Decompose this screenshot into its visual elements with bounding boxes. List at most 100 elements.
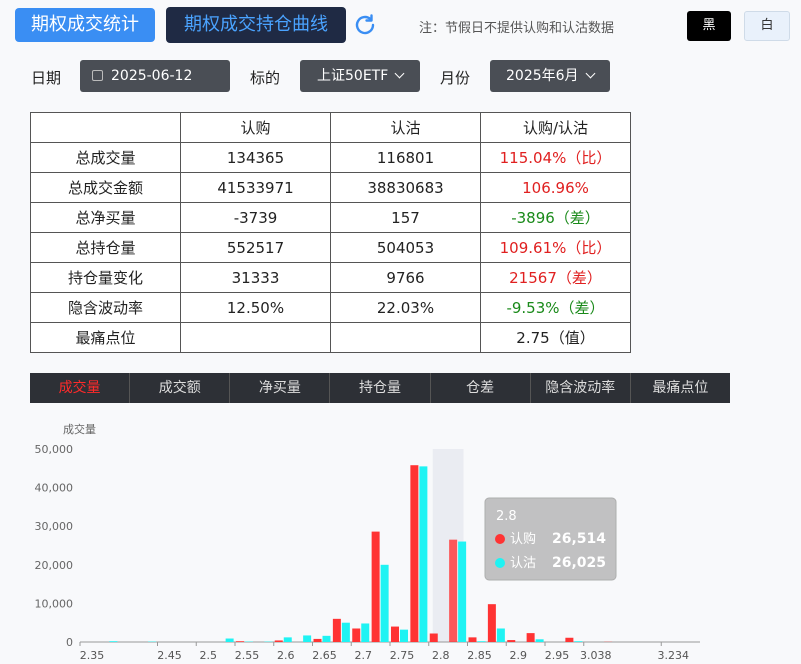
theme-black-button[interactable]: 黑: [687, 11, 731, 41]
calendar-icon: [92, 70, 103, 81]
table-header-cell: 认沽: [330, 112, 481, 143]
month-value: 2025年6月: [506, 68, 579, 84]
x-tick-label: 2.75: [390, 649, 415, 662]
metric-tab-turnover[interactable]: 成交额: [130, 373, 231, 403]
metric-tab-oi-change[interactable]: 仓差: [431, 373, 531, 403]
bar-put: [496, 628, 505, 642]
ratio-value: 115.04%（比）: [480, 142, 631, 173]
month-select[interactable]: 2025年6月: [490, 60, 610, 92]
bar-call-minor: [352, 628, 361, 642]
x-tick-label: 2.35: [80, 649, 105, 662]
tooltip-series-value: 26,025: [552, 555, 606, 571]
call-value: 12.50%: [180, 292, 331, 323]
row-name: 总成交金额: [30, 172, 181, 203]
row-name: 持仓量变化: [30, 262, 181, 293]
ratio-value: -9.53%（差）: [480, 292, 631, 323]
bar-call: [526, 633, 535, 642]
bar-put: [419, 466, 428, 642]
bar-call-minor: [468, 637, 477, 642]
chevron-down-icon: [585, 68, 595, 79]
tooltip-series-name: 认沽: [510, 556, 536, 571]
table-row: 持仓量变化 31333 9766 21567（差）: [30, 262, 631, 293]
metric-tabs: 成交量 成交额 净买量 持仓量 仓差 隐含波动率 最痛点位: [30, 373, 730, 403]
x-tick-label: 2.85: [467, 649, 492, 662]
bar-put: [380, 564, 389, 642]
bar-call-minor: [236, 641, 244, 642]
filter-bar: 日期 2025-06-12 标的 上证50ETF 月份 2025年6月: [0, 60, 801, 92]
bar-call-minor: [313, 638, 322, 642]
y-tick-label: 40,000: [35, 482, 74, 495]
ratio-value: 21567（差）: [480, 262, 631, 293]
date-label: 日期: [31, 69, 62, 87]
tab-option-curve[interactable]: 期权成交持仓曲线: [166, 7, 346, 43]
bar-put-minor: [283, 637, 292, 642]
call-value: 41533971: [180, 172, 331, 203]
target-select[interactable]: 上证50ETF: [300, 60, 420, 92]
metric-tab-open-interest[interactable]: 持仓量: [330, 373, 431, 403]
ratio-value: 109.61%（比）: [480, 232, 631, 263]
call-value: [180, 322, 331, 353]
bar-call: [332, 618, 341, 642]
target-label: 标的: [250, 69, 281, 87]
table-row: 最痛点位 2.75（值）: [30, 322, 631, 353]
x-tick-label: 2.95: [545, 649, 570, 662]
top-bar: 期权成交统计 期权成交持仓曲线 注：节假日不提供认购和认沽数据 黑 白: [0, 0, 801, 52]
theme-white-button[interactable]: 白: [744, 11, 790, 41]
bar-put-minor: [361, 623, 370, 642]
x-tick-label: 2.45: [157, 649, 182, 662]
refresh-icon[interactable]: [352, 12, 378, 38]
stats-table: 认购 认沽 认购/认沽 总成交量 134365 116801 115.04%（比…: [30, 112, 631, 353]
ratio-value: 106.96%: [480, 172, 631, 203]
table-row: 总持仓量 552517 504053 109.61%（比）: [30, 232, 631, 263]
x-tick-label: 2.6: [277, 649, 295, 662]
metric-tab-net-buy[interactable]: 净买量: [230, 373, 331, 403]
tooltip-marker: [495, 558, 505, 568]
bar-call: [410, 465, 419, 642]
y-axis-label: 成交量: [63, 422, 96, 436]
table-header-row: 认购 认沽 认购/认沽: [30, 112, 631, 143]
chevron-down-icon: [394, 68, 405, 79]
tab-option-stats[interactable]: 期权成交统计: [15, 8, 155, 42]
metric-tab-implied-vol[interactable]: 隐含波动率: [531, 373, 631, 403]
bar-put: [303, 635, 312, 642]
call-value: 31333: [180, 262, 331, 293]
volume-bar-chart[interactable]: 成交量 0 10,000 20,000 30,000 40,000 50,000 2.35 2.…: [0, 410, 801, 664]
metric-tab-max-pain[interactable]: 最痛点位: [631, 373, 730, 403]
x-tick-label: 2.8: [432, 649, 450, 662]
tooltip-series-value: 26,514: [552, 531, 606, 547]
bar-call: [371, 531, 380, 642]
bar-call-minor: [507, 640, 516, 642]
bar-put: [574, 641, 583, 642]
row-name: 总持仓量: [30, 232, 181, 263]
table-row: 总成交金额 41533971 38830683 106.96%: [30, 172, 631, 203]
put-value: 9766: [330, 262, 481, 293]
row-name: 最痛点位: [30, 322, 181, 353]
table-header-cell: [30, 112, 181, 143]
tooltip-title: 2.8: [496, 509, 517, 524]
month-label: 月份: [440, 69, 471, 87]
bar-call: [565, 637, 574, 642]
x-tick-label: 2.7: [355, 649, 373, 662]
table-row: 总成交量 134365 116801 115.04%（比）: [30, 142, 631, 173]
y-tick-label: 30,000: [35, 520, 74, 533]
date-picker[interactable]: 2025-06-12: [80, 60, 230, 92]
y-tick-label: 50,000: [35, 443, 74, 456]
bar-put: [458, 541, 467, 642]
bar-call-minor: [274, 640, 283, 642]
bar-call: [449, 539, 458, 642]
put-value: 116801: [330, 142, 481, 173]
bar-call: [487, 604, 496, 642]
call-value: 552517: [180, 232, 331, 263]
y-tick-label: 0: [66, 636, 73, 649]
put-value: [330, 322, 481, 353]
date-value: 2025-06-12: [111, 68, 193, 84]
bar-put: [109, 641, 118, 642]
x-tick-label: 2.55: [235, 649, 260, 662]
metric-tab-volume[interactable]: 成交量: [30, 373, 131, 403]
tooltip-series-name: 认购: [510, 531, 536, 547]
x-tick-label: 2.9: [510, 649, 528, 662]
put-value: 157: [330, 202, 481, 233]
tooltip-marker: [495, 534, 505, 544]
bar-call-minor: [391, 626, 399, 642]
put-value: 22.03%: [330, 292, 481, 323]
